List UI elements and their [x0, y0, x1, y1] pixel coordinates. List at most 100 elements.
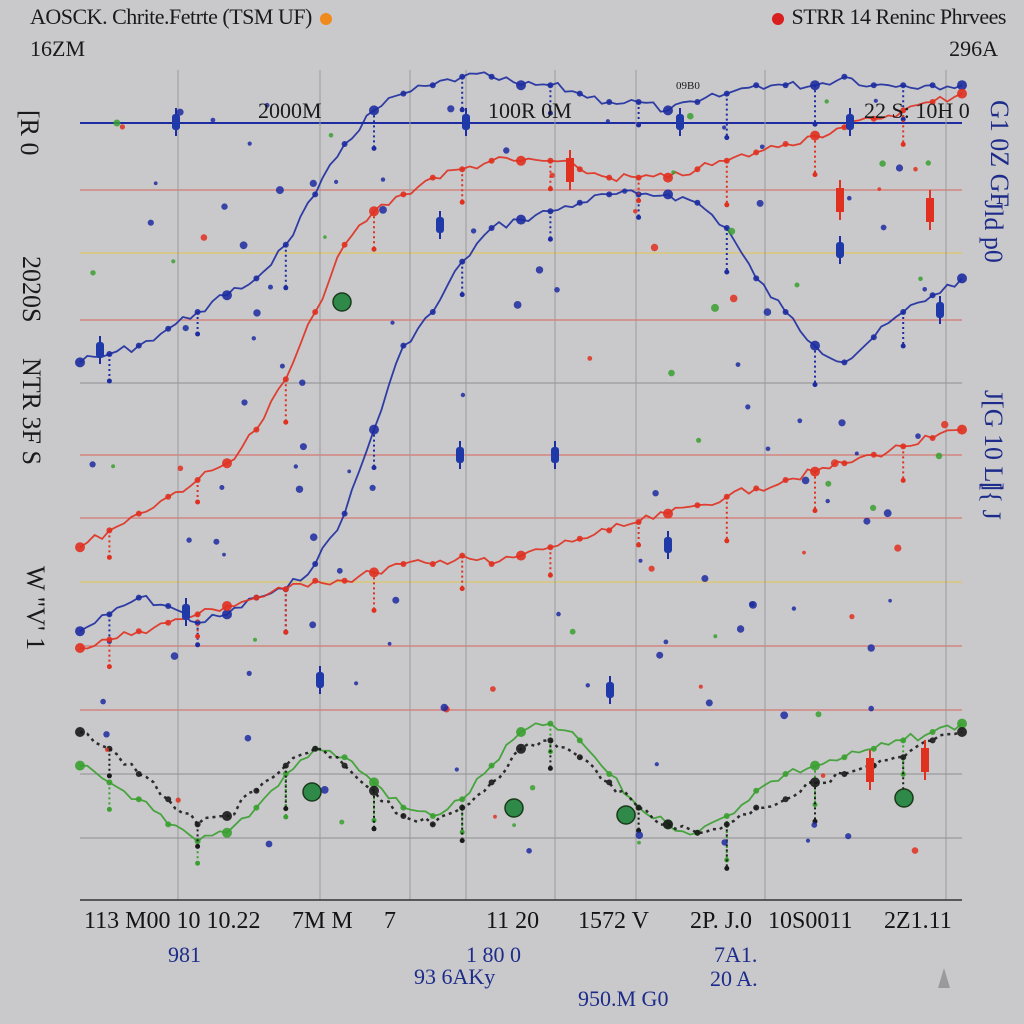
point-5-21	[694, 829, 701, 836]
point-5-3	[165, 796, 172, 803]
red-candle-1	[926, 198, 934, 222]
scatter-dot-1	[147, 219, 154, 226]
point-0-26	[841, 359, 848, 366]
scatter-dot-84	[794, 282, 800, 288]
point-5-0	[75, 727, 85, 737]
scatter-dot-135	[845, 833, 852, 840]
scatter-dot-148	[103, 731, 110, 738]
point-5-30	[957, 727, 967, 737]
scatter-dot-66	[888, 598, 892, 603]
scatter-dot-24	[880, 224, 887, 231]
scatter-dot-77	[729, 294, 738, 303]
scatter-dot-120	[275, 186, 284, 195]
whisker-end-1-22	[724, 135, 730, 141]
whisker-end-2-19	[636, 198, 642, 204]
scatter-dot-73	[941, 420, 949, 429]
point-1-15	[516, 80, 526, 91]
point-0-11	[400, 342, 407, 349]
point-2-17	[576, 166, 583, 173]
x-tick-3: 7	[384, 908, 396, 934]
whisker-end-3-16	[547, 572, 553, 578]
whisker-end-5-4	[195, 843, 201, 849]
scatter-dot-11	[763, 308, 772, 316]
scatter-dot-124	[309, 179, 317, 187]
scatter-dot-123	[721, 839, 728, 846]
scatter-dot-20	[90, 270, 96, 276]
scatter-dot-119	[722, 125, 727, 130]
whisker-end-0-16	[547, 236, 553, 242]
whisker-end-3-10	[371, 607, 377, 613]
point-5-17	[576, 754, 583, 761]
point-2-14	[488, 157, 495, 164]
side-label-left-4: W "V' 1	[21, 566, 50, 651]
point-1-11	[400, 90, 407, 97]
scatter-dot-51	[279, 363, 285, 369]
scatter-dot-146	[347, 469, 352, 474]
point-1-0	[75, 357, 85, 368]
scatter-dot-82	[868, 705, 874, 712]
scatter-dot-99	[379, 206, 387, 214]
corner-label-left: 16ZM	[30, 36, 85, 61]
scatter-dot-98	[323, 235, 327, 239]
scatter-dot-54	[652, 490, 659, 497]
red-candle-2	[921, 748, 929, 772]
whisker-end-3-19	[636, 542, 642, 548]
point-1-29	[929, 82, 936, 89]
point-3-8	[312, 577, 319, 584]
side-label-left-2: 2020S	[17, 256, 46, 323]
scatter-dot-48	[877, 187, 882, 192]
scatter-dot-41	[336, 567, 343, 574]
point-3-20	[663, 508, 673, 519]
point-4-5	[222, 827, 232, 838]
x-tick-1: 113 M00 10 10.22	[84, 908, 261, 934]
x-tick-5: 1572 V	[578, 908, 649, 934]
scatter-dot-65	[526, 848, 532, 854]
point-3-12	[429, 561, 436, 567]
x-sublabel-4: 7A1.	[714, 942, 758, 967]
point-4-29	[929, 729, 936, 735]
scatter-dot-70	[687, 112, 694, 120]
scatter-dot-121	[648, 565, 655, 572]
band-small-tag: 09B0	[676, 80, 700, 92]
point-0-3	[165, 603, 172, 609]
whisker-end-0-28	[900, 343, 906, 349]
side-label-left-1: [R 0	[15, 110, 44, 156]
scatter-dot-49	[849, 614, 855, 620]
point-3-23	[753, 485, 760, 492]
whisker-end-5-16	[547, 765, 553, 771]
scatter-dot-50	[535, 266, 544, 274]
scatter-dot-3	[811, 822, 818, 828]
point-5-9	[341, 762, 348, 769]
point-3-9	[341, 577, 348, 584]
pin-body-0	[172, 114, 180, 130]
point-2-6	[253, 426, 260, 433]
scatter-dot-26	[170, 652, 179, 660]
point-3-30	[957, 424, 967, 435]
scatter-dot-136	[247, 141, 252, 146]
orange-dot-icon	[319, 12, 332, 25]
scatter-dot-93	[320, 786, 329, 794]
scatter-dot-102	[825, 498, 830, 504]
scatter-dot-115	[440, 703, 449, 712]
scatter-dot-145	[696, 437, 702, 443]
whisker-end-1-4	[195, 331, 201, 337]
point-2-15	[516, 155, 526, 166]
scatter-dot-56	[605, 119, 611, 124]
point-5-24	[782, 796, 789, 803]
scatter-dot-91	[656, 651, 664, 659]
point-1-14	[488, 73, 495, 80]
point-0-21	[694, 199, 701, 206]
point-3-14	[488, 561, 495, 567]
whisker-end-2-25	[812, 172, 818, 178]
scatter-dot-89	[295, 485, 304, 493]
point-1-18	[606, 99, 613, 105]
whisker-end-2-13	[459, 199, 465, 205]
point-4-14	[488, 762, 495, 769]
point-0-17	[576, 199, 583, 206]
point-1-20	[663, 105, 673, 116]
whisker-end-3-1	[106, 664, 112, 670]
whisker-end-0-13	[459, 292, 465, 298]
band-label-2: 100R 0M	[488, 98, 572, 123]
x-sublabel-1: 981	[168, 942, 201, 967]
scatter-dot-47	[711, 303, 719, 312]
